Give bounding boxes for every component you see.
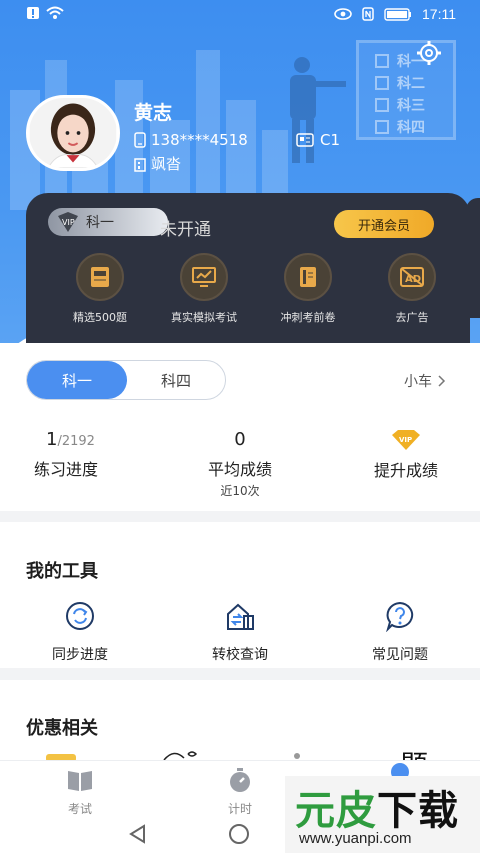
tab-exam[interactable]: 考试 (40, 767, 120, 817)
progress-total: /2192 (57, 434, 95, 449)
alert-icon (27, 7, 39, 19)
vip-diamond-icon: VIP (58, 212, 78, 232)
no-ad-icon: AD (400, 267, 424, 287)
average-score-sub: 近10次 (220, 484, 260, 498)
eye-icon (334, 8, 352, 20)
progress-label: 练习进度 (34, 460, 99, 479)
vip-feature-sprint-paper[interactable]: 冲刺考前卷 (256, 253, 360, 333)
watermark-brand-black: 下载 (377, 788, 459, 834)
watermark-url: www.yuanpi.com (299, 830, 412, 847)
chevron-right-icon (438, 375, 446, 387)
building-icon (134, 157, 146, 172)
wifi-icon (46, 6, 64, 19)
vip-status: 未开通 (160, 220, 211, 240)
progress-stat[interactable]: 1/2192 练习进度 (30, 429, 146, 480)
book-open-icon (68, 771, 92, 791)
vip-feature-remove-ads[interactable]: AD 去广告 (360, 253, 464, 333)
average-score-label: 平均成绩 (207, 460, 272, 479)
license-type: C1 (320, 131, 341, 149)
tool-faq-label: 常见问题 (372, 647, 428, 663)
vip-subject-badge: VIP 科一 (48, 208, 168, 236)
svg-text:VIP: VIP (62, 218, 75, 227)
tab-exam-label: 考试 (67, 802, 92, 816)
tab-timer-label: 计时 (227, 802, 252, 816)
promo-panel: 优惠相关 题 (0, 680, 480, 760)
subject-switch: 科一 科四 (26, 360, 226, 400)
watermark-brand-green: 元皮 (295, 788, 377, 834)
svg-text:VIP: VIP (399, 436, 412, 444)
back-icon[interactable] (128, 824, 148, 844)
stopwatch-icon (230, 768, 250, 792)
vip-badge-label: 科一 (86, 215, 114, 231)
my-tools-title: 我的工具 (26, 561, 98, 582)
tab-timer[interactable]: 计时 (200, 767, 280, 817)
progress-value: 1 (46, 429, 58, 450)
avatar[interactable] (26, 95, 120, 171)
tab-subject-four[interactable]: 科四 (127, 361, 225, 399)
vip-card[interactable]: VIP 科一 未开通 开通会员 精选500题 真实模拟考试 冲刺考前卷 AD 去… (26, 193, 470, 343)
promo-title: 优惠相关 (26, 718, 98, 739)
promo-item-icon[interactable] (160, 750, 200, 760)
watermark: 元皮下载 www.yuanpi.com (285, 776, 480, 853)
average-score-stat[interactable]: 0 平均成绩 近10次 (190, 429, 290, 499)
phone-icon (134, 132, 146, 148)
car-type-selector[interactable]: 小车 (404, 371, 446, 391)
gear-icon[interactable] (416, 40, 442, 66)
tab-subject-one[interactable]: 科一 (27, 361, 127, 399)
average-score-value: 0 (234, 429, 246, 450)
paper-icon (300, 267, 316, 287)
checklist-item: 科三 (375, 95, 425, 115)
promo-item-icon[interactable] (44, 750, 78, 760)
checklist-item: 科四 (375, 117, 425, 137)
license-card-icon (296, 133, 314, 147)
promo-item-icon[interactable] (290, 750, 304, 760)
nfc-icon (362, 7, 374, 21)
tool-sync-label: 同步进度 (52, 647, 108, 663)
sync-icon (66, 602, 94, 630)
car-type-label: 小车 (404, 374, 432, 390)
tool-sync-progress[interactable]: 同步进度 (0, 600, 160, 664)
vip-feature-500[interactable]: 精选500题 (48, 253, 152, 333)
battery-icon (384, 7, 411, 21)
study-panel: 科一 科四 小车 1/2192 练习进度 0 平均成绩 近10次 VIP 提升成… (0, 343, 480, 511)
improve-score-label: 提升成绩 (373, 461, 438, 480)
tool-faq[interactable]: 常见问题 (320, 600, 480, 664)
book-500-icon (91, 267, 109, 287)
vip-diamond-icon: VIP (392, 430, 420, 450)
my-tools-panel: 我的工具 同步进度 转校查询 常见问题 (0, 522, 480, 668)
checklist-item: 科二 (375, 73, 425, 93)
status-bar: 17:11 (0, 0, 480, 30)
improve-score-stat[interactable]: VIP 提升成绩 (356, 429, 456, 481)
license-row: C1 (296, 131, 340, 149)
school-transfer-icon (227, 603, 254, 630)
home-icon[interactable] (229, 824, 249, 844)
vip-feature-mock-exam[interactable]: 真实模拟考试 (152, 253, 256, 333)
status-time: 17:11 (422, 6, 456, 22)
tool-school-transfer-label: 转校查询 (212, 647, 268, 663)
monitor-chart-icon (192, 267, 216, 287)
phone-number: 138****4518 (151, 131, 248, 149)
question-icon (385, 601, 414, 633)
open-vip-button[interactable]: 开通会员 (334, 210, 434, 238)
phone-row: 138****4518 (134, 131, 248, 149)
promo-peek-text: 题 (400, 744, 428, 760)
city-row: 飒沓 (134, 153, 181, 174)
vip-features: 精选500题 真实模拟考试 冲刺考前卷 AD 去广告 (26, 253, 470, 333)
tool-school-transfer[interactable]: 转校查询 (160, 600, 320, 664)
user-name: 黄志 (134, 102, 173, 124)
city-name: 飒沓 (151, 155, 182, 173)
